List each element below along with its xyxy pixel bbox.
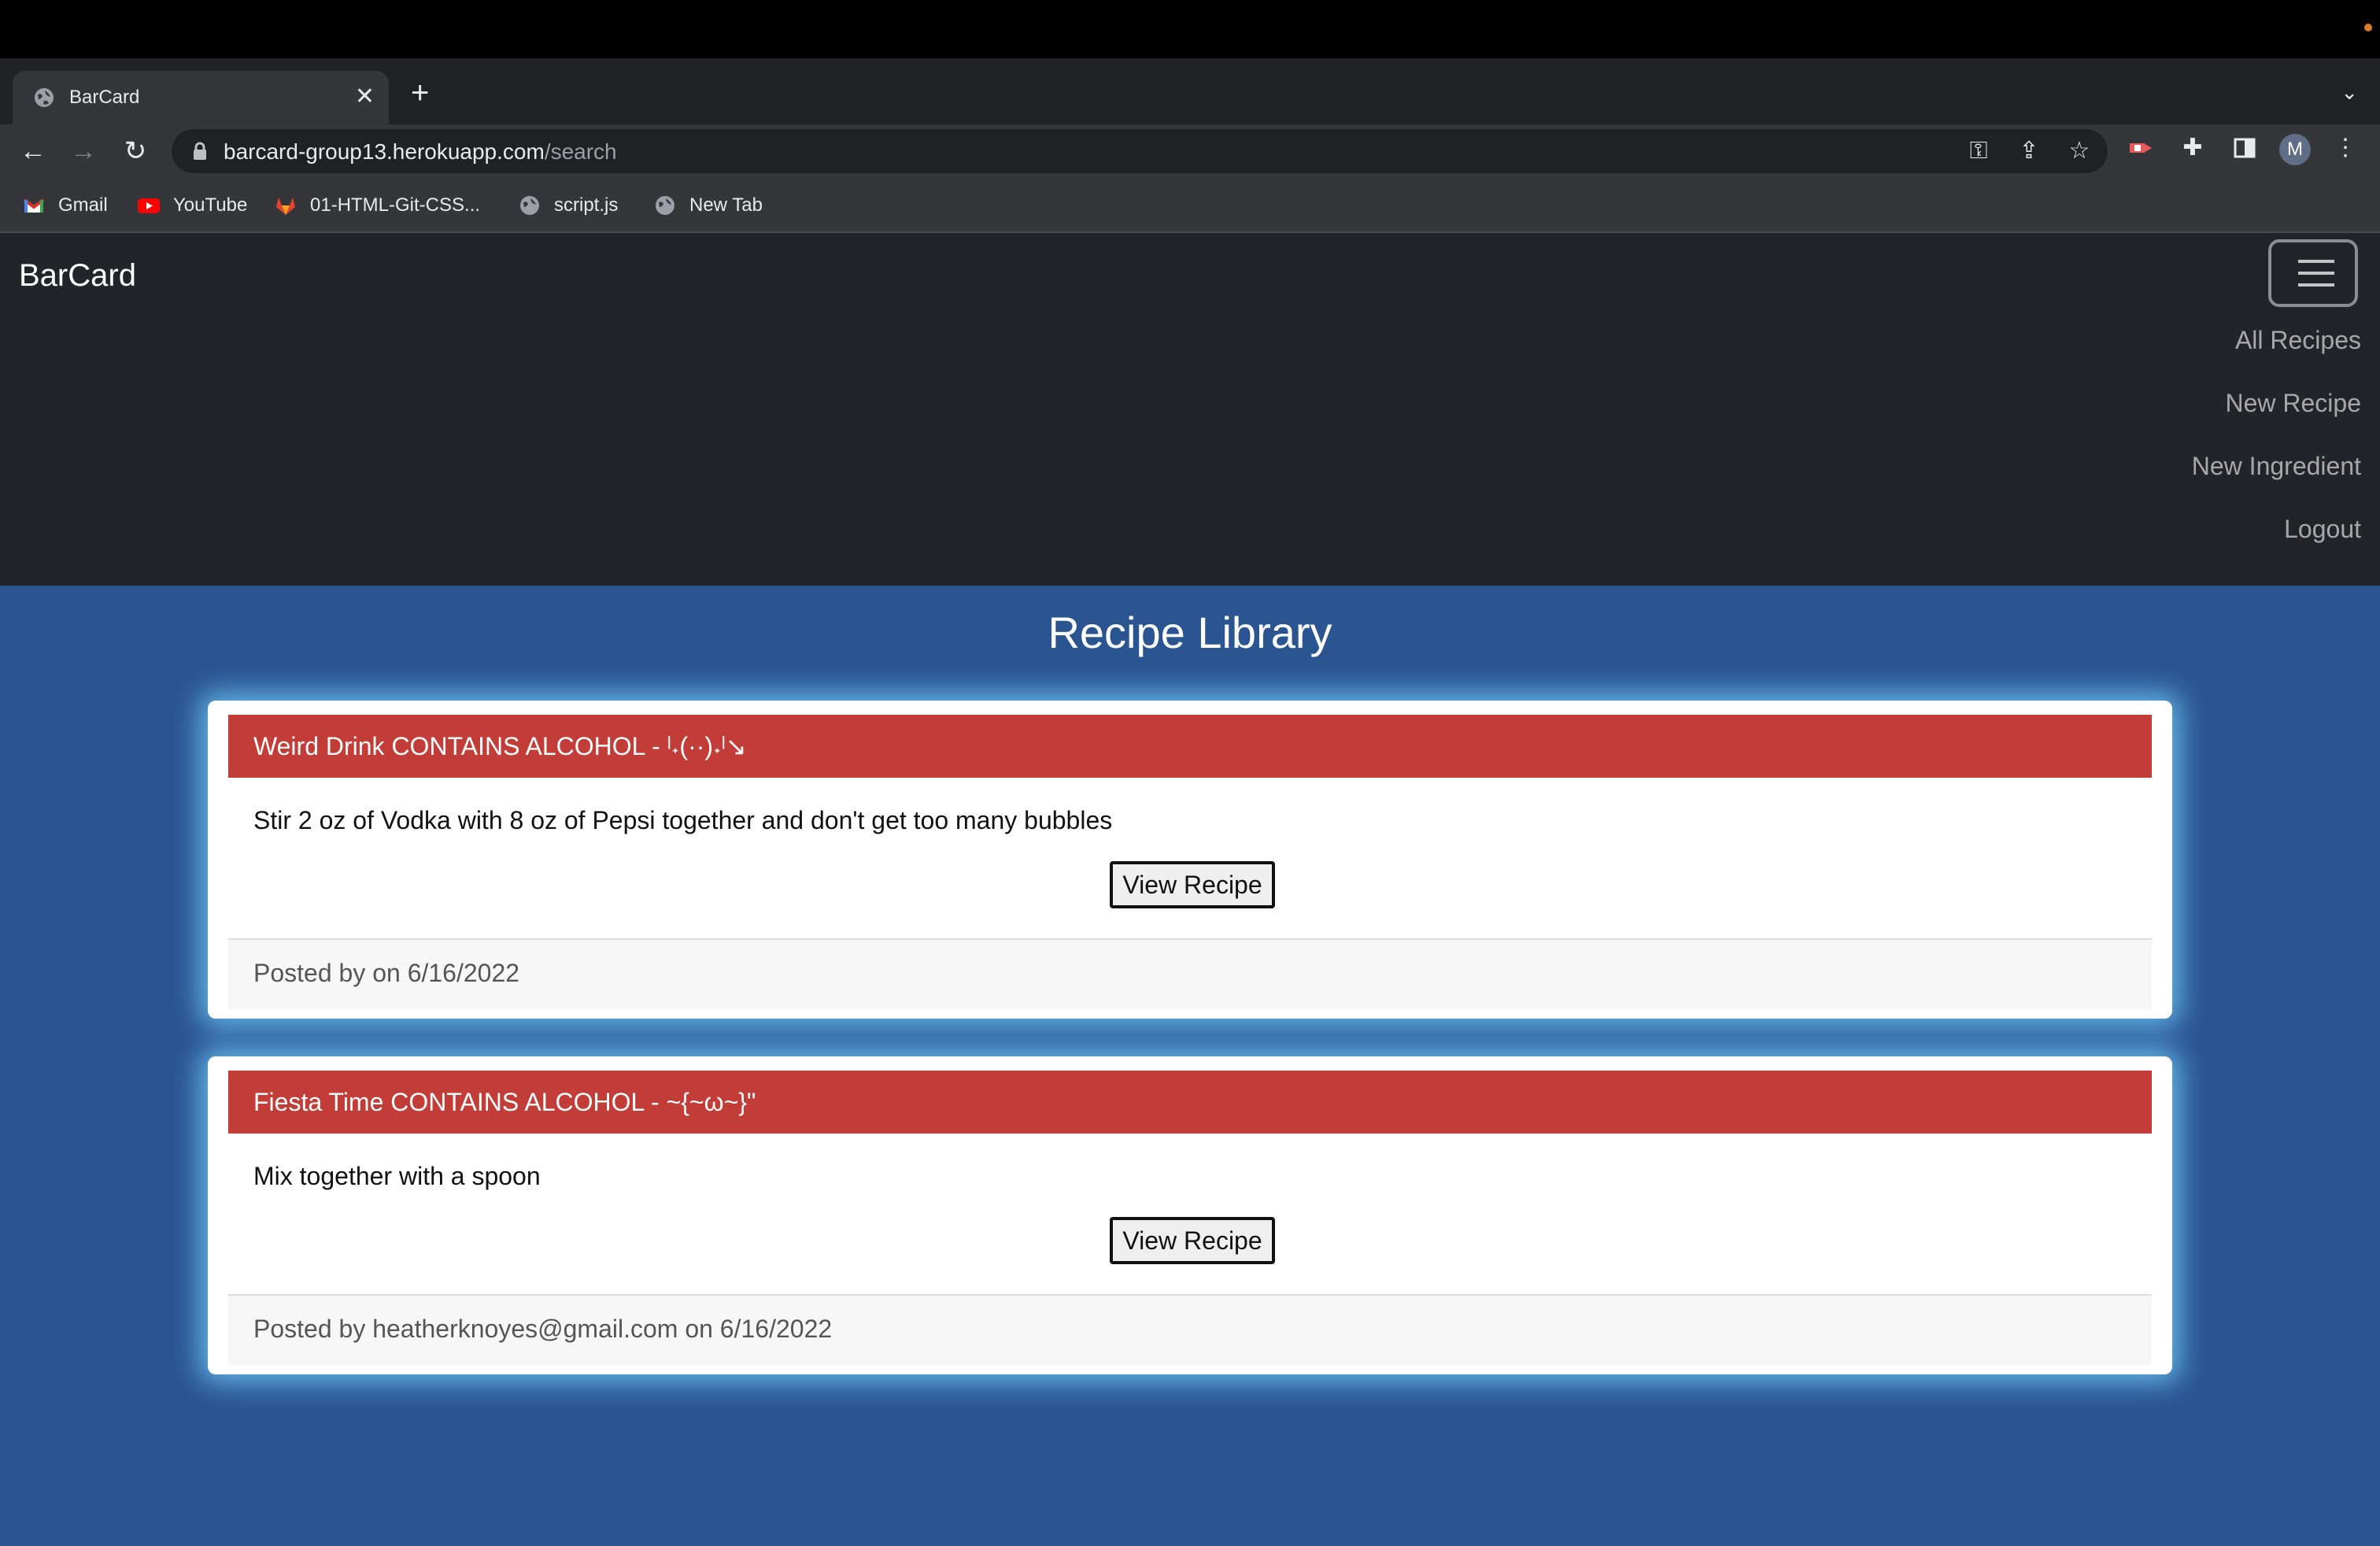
url-text: barcard-group13.herokuapp.com/search (224, 139, 617, 164)
browser-tab[interactable]: BarCard ✕ (13, 71, 389, 124)
youtube-icon (137, 194, 161, 217)
notification-dot (2364, 24, 2372, 31)
hamburger-icon-bar (2298, 283, 2334, 287)
recipe-card-footer: Posted by heatherknoyes@gmail.com on 6/1… (228, 1294, 2152, 1365)
brand-logo[interactable]: BarCard (19, 257, 136, 294)
bookmark-html-git-css[interactable]: 01-HTML-Git-CSS... (274, 194, 480, 217)
globe-icon (35, 88, 54, 107)
menu-kebab-icon[interactable]: ⋮ (2331, 134, 2360, 162)
tab-close-icon[interactable]: ✕ (355, 83, 375, 110)
hamburger-icon-bar (2298, 272, 2334, 275)
bookmark-youtube[interactable]: YouTube (137, 194, 247, 217)
tab-search-icon[interactable]: ⌄ (2341, 82, 2358, 102)
back-icon[interactable]: ← (17, 135, 49, 167)
lock-icon (194, 142, 206, 160)
recipe-card-footer: Posted by on 6/16/2022 (228, 938, 2152, 1009)
view-recipe-button[interactable]: View Recipe (1110, 861, 1275, 908)
gmail-icon (22, 194, 46, 217)
nav-link-new-ingredient[interactable]: New Ingredient (2192, 450, 2361, 482)
bookmark-script-js[interactable]: script.js (518, 194, 618, 217)
bookmark-gmail[interactable]: Gmail (22, 194, 108, 217)
hamburger-icon (2298, 260, 2334, 263)
globe-icon (653, 194, 677, 217)
address-bar[interactable]: barcard-group13.herokuapp.com/search ⚿ ⇪… (172, 129, 2108, 173)
star-icon[interactable]: ☆ (2065, 139, 2094, 164)
recipe-card-text: Stir 2 oz of Vodka with 8 oz of Pepsi to… (253, 806, 1113, 834)
recipe-card: Weird Drink CONTAINS ALCOHOL - ˡ˖(··)˖ˡ↘… (208, 701, 2172, 1019)
bookmarks-bar: Gmail YouTube 01-HTML-Git-CSS... script.… (0, 178, 2380, 233)
profile-avatar[interactable]: M (2279, 134, 2311, 165)
browser-toolbar: ← → ↻ barcard-group13.herokuapp.com/sear… (0, 124, 2380, 178)
new-tab-button[interactable]: + (411, 77, 429, 109)
share-icon[interactable]: ⇪ (2015, 139, 2043, 164)
side-panel-icon[interactable] (2230, 134, 2259, 162)
nav-link-new-recipe[interactable]: New Recipe (2225, 387, 2361, 419)
nav-link-logout[interactable]: Logout (2284, 513, 2361, 545)
reload-icon[interactable]: ↻ (120, 135, 151, 167)
bookmark-new-tab[interactable]: New Tab (653, 194, 763, 217)
key-icon[interactable]: ⚿ (1964, 139, 1993, 164)
extension-icon[interactable] (2127, 134, 2155, 162)
nav-link-all-recipes[interactable]: All Recipes (2235, 324, 2361, 356)
forward-icon[interactable]: → (68, 135, 99, 167)
page-title: Recipe Library (1048, 608, 1332, 657)
recipe-card: Fiesta Time CONTAINS ALCOHOL - ~{~ω~}" M… (208, 1056, 2172, 1374)
browser-tab-strip: BarCard ✕ + ⌄ (0, 58, 2380, 124)
recipe-card-text: Mix together with a spoon (253, 1162, 541, 1190)
puzzle-icon[interactable]: ✚ (2179, 134, 2207, 162)
tab-title: BarCard (69, 87, 140, 108)
navbar-toggler-button[interactable] (2268, 239, 2358, 307)
gitlab-icon (274, 194, 298, 217)
site-navbar: BarCard All Recipes New Recipe New Ingre… (0, 233, 2380, 586)
os-menu-bar (0, 0, 2380, 58)
recipe-card-header: Fiesta Time CONTAINS ALCOHOL - ~{~ω~}" (228, 1071, 2152, 1134)
globe-icon (518, 194, 541, 217)
recipe-card-header: Weird Drink CONTAINS ALCOHOL - ˡ˖(··)˖ˡ↘ (228, 715, 2152, 778)
view-recipe-button[interactable]: View Recipe (1110, 1217, 1275, 1264)
